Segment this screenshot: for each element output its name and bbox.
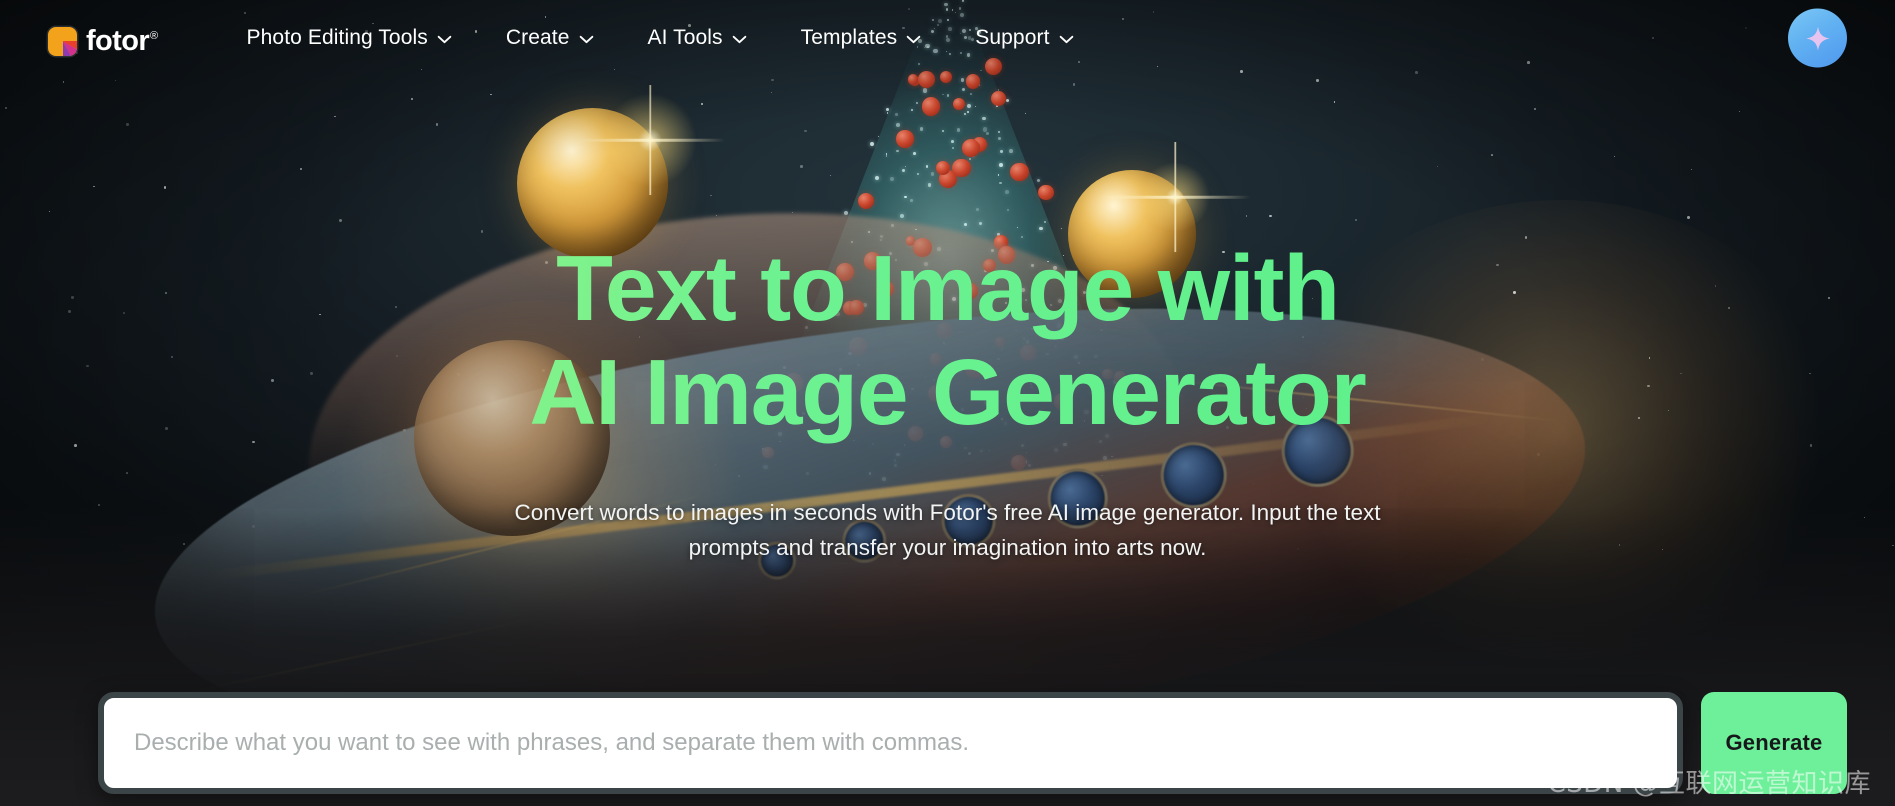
prompt-input-shell[interactable] [98, 692, 1683, 794]
nav-item-support[interactable]: Support [948, 18, 1100, 58]
main-navigation: Photo Editing Tools Create AI Tools Temp… [220, 18, 1101, 58]
registered-trademark-mark: ® [150, 29, 158, 42]
chevron-down-icon [579, 35, 593, 44]
nav-item-ai-tools[interactable]: AI Tools [621, 18, 774, 58]
chevron-down-icon [732, 35, 746, 44]
nav-item-templates[interactable]: Templates [774, 18, 949, 58]
nav-label: Support [975, 26, 1050, 49]
nav-label: Create [505, 26, 570, 49]
chevron-down-icon [906, 35, 921, 44]
nav-label: AI Tools [647, 26, 723, 49]
fotor-logo[interactable]: fotor® [48, 21, 158, 56]
nav-label: Templates [800, 26, 898, 49]
chevron-down-icon [437, 35, 452, 44]
nav-item-create[interactable]: Create [479, 18, 621, 58]
generate-button[interactable]: Generate [1701, 692, 1847, 794]
brand-name-text: fotor [86, 24, 150, 57]
prompt-bar: Generate [98, 692, 1847, 794]
brand-name: fotor® [86, 24, 158, 57]
chevron-down-icon [1059, 35, 1073, 44]
site-header: fotor® Photo Editing Tools Create AI Too… [0, 0, 1895, 76]
hero-section: Text to Image with AI Image Generator Co… [0, 0, 1895, 566]
hero-subheadline: Convert words to images in seconds with … [514, 500, 1381, 561]
page-title: Text to Image with AI Image Generator [0, 236, 1895, 444]
account-sparkle-button[interactable] [1788, 8, 1847, 68]
nav-label: Photo Editing Tools [246, 26, 428, 49]
headline-line-1: Text to Image with [556, 236, 1339, 340]
fotor-color-wheel-logo-icon [48, 26, 77, 56]
headline-line-2: AI Image Generator [529, 340, 1366, 445]
prompt-input[interactable] [134, 729, 1647, 757]
nav-item-photo-editing-tools[interactable]: Photo Editing Tools [220, 18, 479, 58]
sparkle-star-icon [1805, 25, 1830, 51]
fotor-ai-image-generator-page: fotor® Photo Editing Tools Create AI Too… [0, 0, 1895, 806]
